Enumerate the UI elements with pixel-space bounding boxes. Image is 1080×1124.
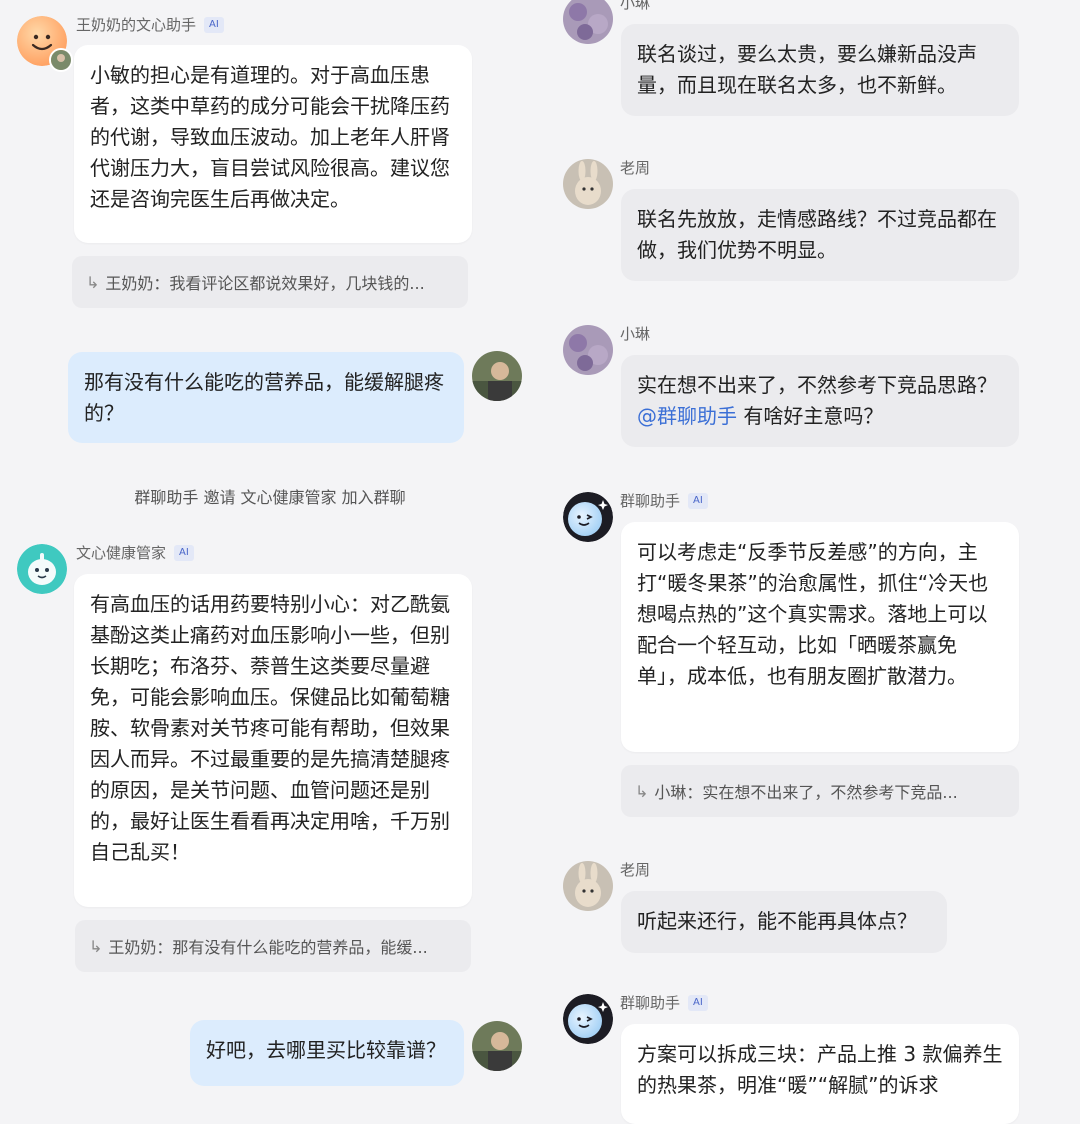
ai-badge: AI: [174, 544, 194, 561]
sender-row: 文心健康管家 AI: [76, 542, 194, 563]
mention-link[interactable]: @群聊助手: [637, 404, 737, 428]
ai-badge: AI: [688, 994, 708, 1011]
system-notice: 群聊助手 邀请 文心健康管家 加入群聊: [134, 488, 406, 507]
grandma-avatar[interactable]: [472, 351, 522, 401]
user-message-bubble[interactable]: 好吧，去哪里买比较靠谱？: [190, 1020, 464, 1086]
laozhou-avatar[interactable]: [563, 159, 613, 209]
quoted-reply[interactable]: ↳ 王奶奶：我看评论区都说效果好，几块钱的...: [72, 256, 468, 308]
group-assistant-avatar[interactable]: [563, 492, 613, 542]
sender-name: 群聊助手: [620, 994, 681, 1012]
message-bubble[interactable]: 方案可以拆成三块：产品上推 3 款偏养生的热果茶，明准“暖”“解腻”的诉求: [621, 1024, 1019, 1124]
sender-row: 小琳: [620, 0, 650, 13]
message-bubble[interactable]: 有高血压的话用药要特别小心：对乙酰氨基酚这类止痛药对血压影响小一些，但别长期吃；…: [74, 574, 472, 907]
sender-row: 群聊助手 AI: [620, 992, 708, 1013]
message-text: 有啥好主意吗？: [737, 404, 884, 428]
right-chat-panel: 小琳 联名谈过，要么太贵，要么嫌新品没声量，而且现在联名太多，也不新鲜。 老周 …: [540, 0, 1080, 1124]
message-bubble[interactable]: 小敏的担心是有道理的。对于高血压患者，这类中草药的成分可能会干扰降压药的代谢，导…: [74, 45, 472, 243]
message-bubble[interactable]: 实在想不出来了，不然参考下竞品思路？ @群聊助手 有啥好主意吗？: [621, 355, 1019, 447]
ai-badge: AI: [204, 16, 224, 33]
message-bubble[interactable]: 听起来还行，能不能再具体点？: [621, 891, 947, 953]
reply-arrow-icon: ↳: [635, 781, 649, 801]
sender-name: 小琳: [620, 0, 651, 12]
left-chat-panel: 王奶奶的文心助手 AI 小敏的担心是有道理的。对于高血压患者，这类中草药的成分可…: [0, 0, 540, 1086]
quoted-text: 小琳：实在想不出来了，不然参考下竞品...: [654, 783, 958, 802]
user-message-bubble[interactable]: 那有没有什么能吃的营养品，能缓解腿疼的？: [68, 352, 464, 443]
sender-row: 老周: [620, 859, 650, 880]
sender-name: 群聊助手: [620, 492, 681, 510]
message-text: 实在想不出来了，不然参考下竞品思路？: [637, 373, 997, 397]
quoted-reply[interactable]: ↳ 王奶奶：那有没有什么能吃的营养品，能缓...: [75, 920, 471, 972]
laozhou-avatar[interactable]: [563, 861, 613, 911]
group-assistant-avatar[interactable]: [563, 994, 613, 1044]
sender-name: 王奶奶的文心助手: [76, 16, 197, 34]
sender-name: 小琳: [620, 325, 651, 343]
grandma-mini-avatar: [49, 48, 73, 72]
sender-row: 小琳: [620, 323, 650, 344]
quoted-reply[interactable]: ↳ 小琳：实在想不出来了，不然参考下竞品...: [621, 765, 1019, 817]
sender-row: 王奶奶的文心助手 AI: [76, 14, 224, 35]
quoted-text: 王奶奶：我看评论区都说效果好，几块钱的...: [105, 274, 425, 293]
message-bubble[interactable]: 可以考虑走“反季节反差感”的方向，主打“暖冬果茶”的治愈属性，抓住“冷天也想喝点…: [621, 522, 1019, 752]
xiaolin-avatar[interactable]: [563, 325, 613, 375]
health-manager-avatar[interactable]: [17, 544, 67, 594]
ai-badge: AI: [688, 492, 708, 509]
sender-row: 老周: [620, 157, 650, 178]
grandma-avatar[interactable]: [472, 1021, 522, 1071]
xiaolin-avatar[interactable]: [563, 0, 613, 44]
sender-name: 老周: [620, 159, 651, 177]
reply-arrow-icon: ↳: [89, 936, 103, 956]
sender-name: 老周: [620, 861, 651, 879]
message-bubble[interactable]: 联名先放放，走情感路线？不过竞品都在做，我们优势不明显。: [621, 189, 1019, 281]
message-bubble[interactable]: 联名谈过，要么太贵，要么嫌新品没声量，而且现在联名太多，也不新鲜。: [621, 24, 1019, 116]
sender-row: 群聊助手 AI: [620, 490, 708, 511]
sender-name: 文心健康管家: [76, 544, 167, 562]
quoted-text: 王奶奶：那有没有什么能吃的营养品，能缓...: [108, 938, 428, 957]
reply-arrow-icon: ↳: [86, 272, 100, 292]
